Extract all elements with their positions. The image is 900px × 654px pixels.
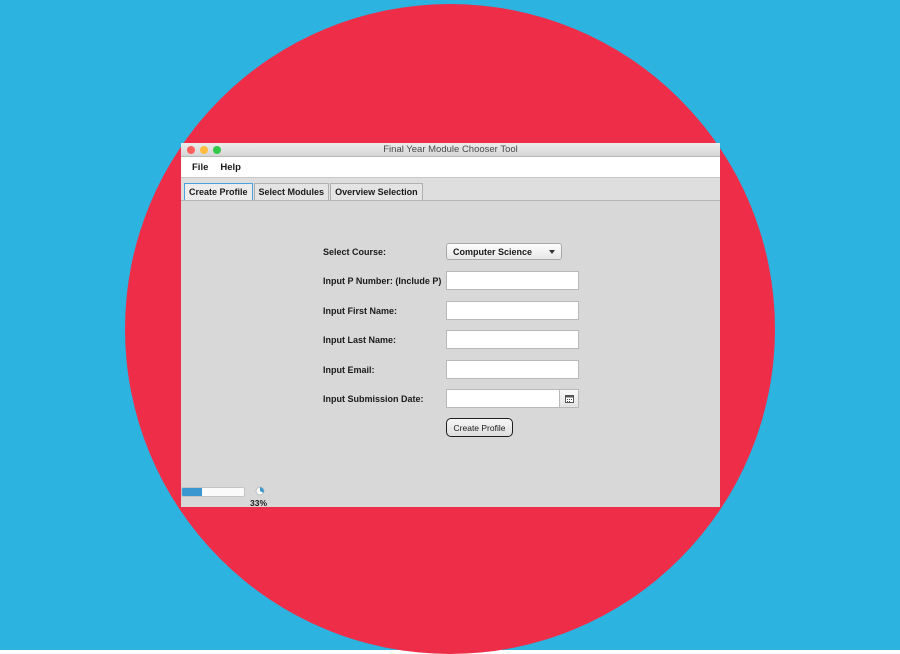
date-picker: [446, 389, 579, 408]
tab-overview-selection[interactable]: Overview Selection: [330, 183, 423, 200]
date-row: Input Submission Date:: [323, 389, 579, 408]
calendar-icon: [564, 394, 574, 403]
tab-select-modules[interactable]: Select Modules: [253, 183, 330, 200]
pnumber-row: Input P Number: (Include P): [323, 271, 579, 290]
date-input[interactable]: [446, 389, 560, 408]
course-row: Select Course: Computer Science: [323, 242, 562, 261]
pnumber-label: Input P Number: (Include P): [323, 275, 442, 286]
window-title: Final Year Module Chooser Tool: [383, 144, 518, 155]
firstname-row: Input First Name:: [323, 301, 579, 320]
course-selected-value: Computer Science: [453, 246, 533, 257]
progress-indicator-icon: [255, 486, 265, 496]
title-bar: Final Year Module Chooser Tool: [181, 143, 720, 157]
firstname-input[interactable]: [446, 301, 579, 320]
tab-create-profile[interactable]: Create Profile: [184, 183, 253, 200]
app-window: Final Year Module Chooser Tool File Help…: [181, 143, 720, 507]
email-row: Input Email:: [323, 360, 579, 379]
course-select[interactable]: Computer Science: [446, 243, 562, 260]
firstname-label: Input First Name:: [323, 305, 398, 316]
email-label: Input Email:: [323, 364, 375, 375]
menu-bar: File Help: [181, 157, 720, 178]
tab-bar: Create Profile Select Modules Overview S…: [181, 178, 720, 201]
chevron-down-icon: [549, 249, 555, 254]
menu-file[interactable]: File: [192, 162, 208, 173]
date-picker-button[interactable]: [560, 389, 579, 408]
menu-help[interactable]: Help: [220, 162, 241, 173]
lastname-input[interactable]: [446, 330, 579, 349]
progress-bar: [181, 487, 245, 497]
email-input[interactable]: [446, 360, 579, 379]
lastname-label: Input Last Name:: [323, 334, 397, 345]
lastname-row: Input Last Name:: [323, 330, 579, 349]
date-label: Input Submission Date:: [323, 393, 424, 404]
pnumber-input[interactable]: [446, 271, 579, 290]
course-label: Select Course:: [323, 246, 387, 257]
progress-percent-label: 33%: [250, 498, 268, 507]
create-profile-button[interactable]: Create Profile: [446, 418, 513, 437]
progress-fill: [182, 488, 203, 496]
